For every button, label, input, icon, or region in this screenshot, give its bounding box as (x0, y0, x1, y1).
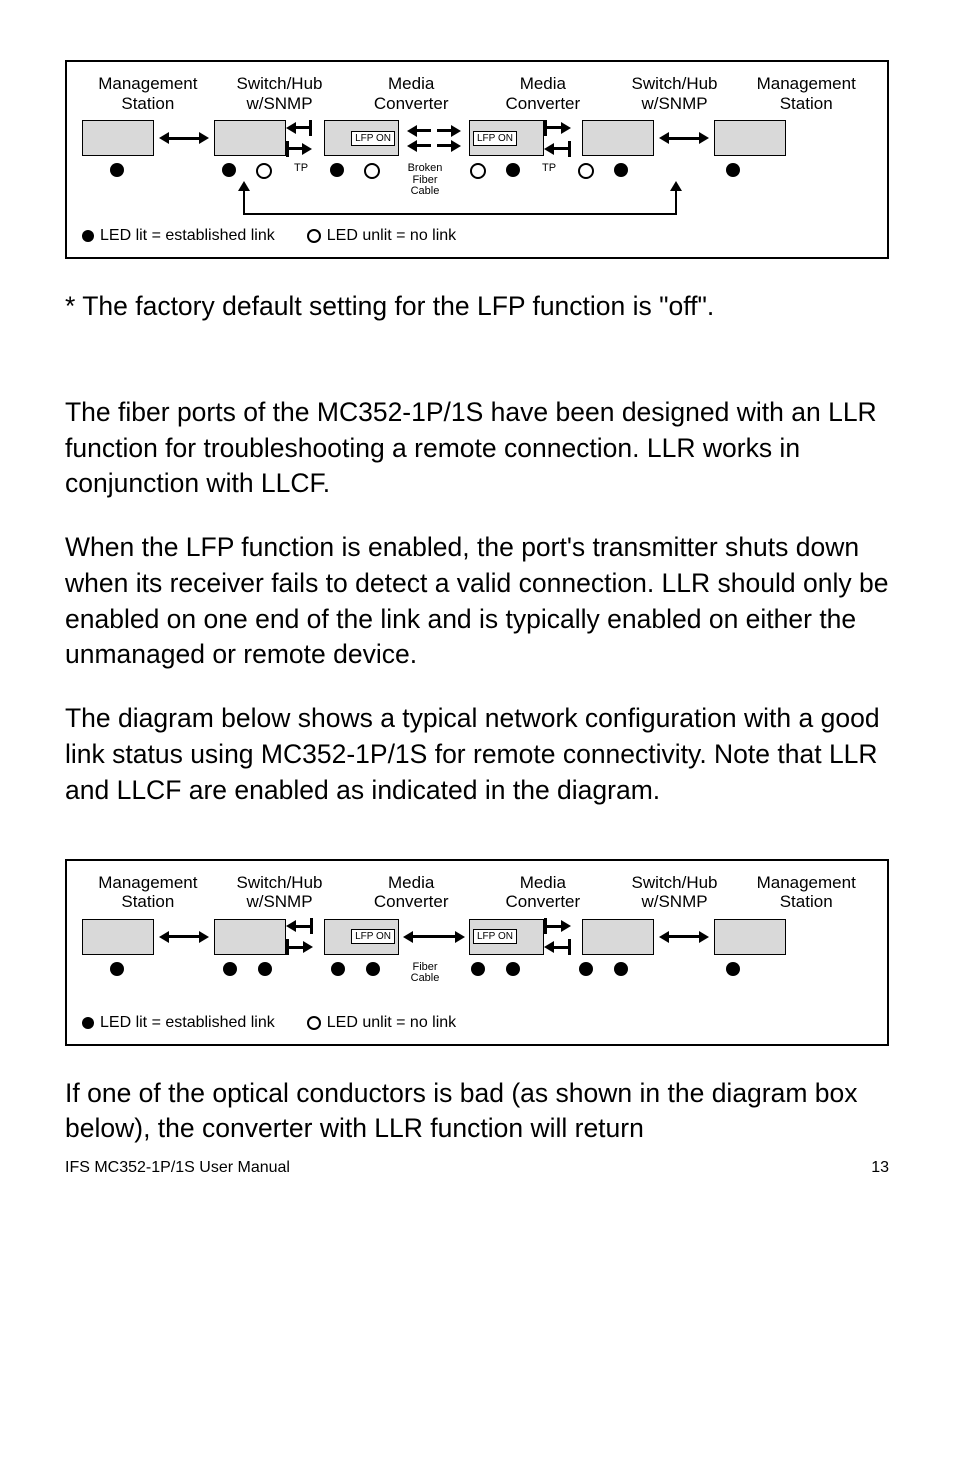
box-switch-l (214, 120, 286, 156)
label-media-left: Media Converter (345, 74, 477, 113)
box-media-r: LFP ON (469, 919, 544, 955)
label-mgmt-right: Management Station (740, 873, 872, 912)
fiber-label: Fiber Cable (411, 962, 440, 985)
diagram2-legend: LED lit = established link LED unlit = n… (82, 1014, 872, 1032)
diagram1-labels: Management Station Switch/Hub w/SNMP Med… (82, 74, 872, 113)
arrow-4 (654, 132, 714, 144)
box-media-l: LFP ON (324, 919, 399, 955)
led-filled-icon (614, 163, 628, 177)
diagram1-boxes: LFP ON LFP ON (82, 119, 872, 157)
paragraph-diagram-intro: The diagram below shows a typical networ… (65, 701, 889, 808)
hline (244, 213, 677, 215)
up-arrow-line (675, 189, 677, 215)
box-media-r: LFP ON (469, 120, 544, 156)
box-switch-r (582, 919, 654, 955)
label-media-left: Media Converter (345, 873, 477, 912)
led-filled-icon (726, 962, 740, 976)
led-filled-icon (366, 962, 380, 976)
broken-connector (399, 125, 469, 152)
paragraph-lfp-enabled: When the LFP function is enabled, the po… (65, 530, 889, 673)
arrow-2 (286, 120, 324, 157)
legend-unlit-text: LED unlit = no link (327, 227, 456, 245)
led-filled-icon (726, 163, 740, 177)
legend-lit-text: LED lit = established link (100, 227, 275, 245)
diagram2-labels: Management Station Switch/Hub w/SNMP Med… (82, 873, 872, 912)
diagram2-boxes: LFP ON LFP ON (82, 918, 872, 956)
lfp-tag-right: LFP ON (473, 131, 517, 146)
led-filled-icon (258, 962, 272, 976)
legend-unlit-text: LED unlit = no link (327, 1014, 456, 1032)
diagram1-legend: LED lit = established link LED unlit = n… (82, 227, 872, 245)
led-filled-icon (330, 163, 344, 177)
led-empty-icon (256, 163, 272, 179)
arrow-3 (544, 918, 582, 955)
box-switch-l (214, 919, 286, 955)
box-mgmt-r (714, 120, 786, 156)
led-filled-icon (579, 962, 593, 976)
led-filled-icon (82, 230, 94, 242)
label-mgmt-left: Management Station (82, 873, 214, 912)
label-media-right: Media Converter (477, 873, 609, 912)
diagram1-leds: TP Broken Fiber Cable TP (82, 163, 872, 223)
box-media-l: LFP ON (324, 120, 399, 156)
tp-label-left: TP (294, 163, 308, 175)
paragraph-bad-conductor: If one of the optical conductors is bad … (65, 1076, 889, 1148)
paragraph-factory-default: * The factory default setting for the LF… (65, 289, 889, 325)
label-switch-left: Switch/Hub w/SNMP (214, 873, 346, 912)
tp-label-right: TP (542, 163, 556, 175)
led-empty-icon (307, 1016, 321, 1030)
led-empty-icon (307, 229, 321, 243)
arrow-3 (544, 120, 582, 157)
good-connector (399, 931, 469, 943)
label-media-right: Media Converter (477, 74, 609, 113)
led-empty-icon (578, 163, 594, 179)
label-switch-right: Switch/Hub w/SNMP (609, 74, 741, 113)
led-empty-icon (470, 163, 486, 179)
up-arrow-icon (670, 181, 682, 191)
led-filled-icon (331, 962, 345, 976)
led-filled-icon (223, 962, 237, 976)
arrow-2 (286, 918, 324, 955)
led-filled-icon (110, 962, 124, 976)
lfp-tag-left: LFP ON (351, 929, 395, 944)
arrow-1 (154, 931, 214, 943)
footer-title: IFS MC352-1P/1S User Manual (65, 1159, 290, 1177)
label-mgmt-right: Management Station (740, 74, 872, 113)
led-filled-icon (471, 962, 485, 976)
led-filled-icon (82, 1017, 94, 1029)
box-mgmt-l (82, 120, 154, 156)
label-switch-left: Switch/Hub w/SNMP (214, 74, 346, 113)
label-mgmt-left: Management Station (82, 74, 214, 113)
broken-label: Broken Fiber Cable (408, 163, 443, 198)
arrow-4 (654, 931, 714, 943)
led-filled-icon (110, 163, 124, 177)
legend-lit-text: LED lit = established link (100, 1014, 275, 1032)
box-switch-r (582, 120, 654, 156)
up-arrow-line (243, 189, 245, 215)
led-filled-icon (614, 962, 628, 976)
diagram2-leds: Fiber Cable (82, 962, 872, 1010)
footer-page-number: 13 (871, 1159, 889, 1177)
led-empty-icon (364, 163, 380, 179)
lfp-tag-left: LFP ON (351, 131, 395, 146)
box-mgmt-r (714, 919, 786, 955)
diagram-broken-fiber: Management Station Switch/Hub w/SNMP Med… (65, 60, 889, 259)
led-filled-icon (222, 163, 236, 177)
arrow-1 (154, 132, 214, 144)
lfp-tag-right: LFP ON (473, 929, 517, 944)
paragraph-llr-intro: The fiber ports of the MC352-1P/1S have … (65, 395, 889, 502)
label-switch-right: Switch/Hub w/SNMP (609, 873, 741, 912)
page-footer: IFS MC352-1P/1S User Manual 13 (65, 1159, 889, 1177)
led-filled-icon (506, 962, 520, 976)
box-mgmt-l (82, 919, 154, 955)
led-filled-icon (506, 163, 520, 177)
diagram-good-link: Management Station Switch/Hub w/SNMP Med… (65, 859, 889, 1046)
